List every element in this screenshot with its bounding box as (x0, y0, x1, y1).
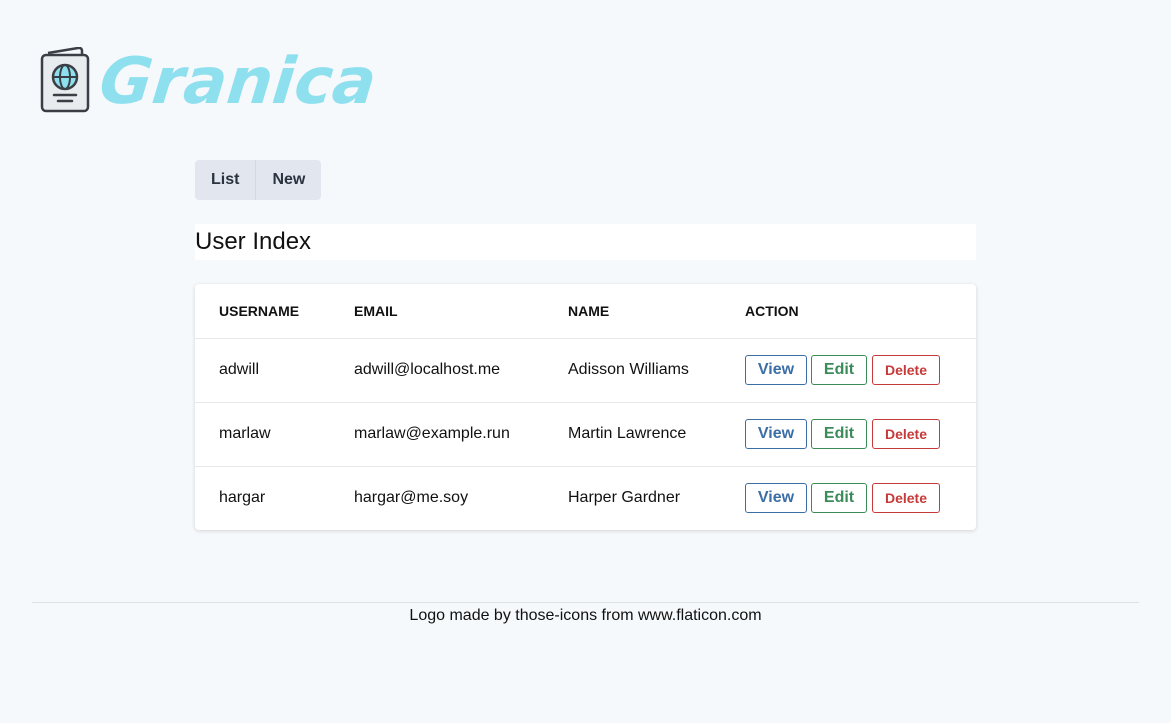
cell-username: marlaw (195, 401, 330, 466)
header-name: NAME (568, 302, 610, 319)
view-button[interactable]: View (745, 483, 807, 514)
page-title: User Index (195, 224, 976, 260)
tab-list[interactable]: List (195, 160, 257, 200)
edit-button[interactable]: Edit (811, 355, 867, 385)
header: Granica (40, 45, 380, 119)
brand-name[interactable]: Granica (96, 45, 380, 119)
edit-button[interactable]: Edit (811, 419, 867, 449)
cell-email: adwill@localhost.me (330, 337, 544, 402)
header-username: USERNAME (219, 302, 300, 319)
cell-email: marlaw@example.run (330, 401, 544, 466)
header-email: EMAIL (354, 302, 398, 319)
nav-tabs: List New (195, 160, 322, 200)
cell-email: hargar@me.soy (330, 465, 544, 530)
header-action: ACTION (745, 302, 799, 319)
user-table: USERNAME EMAIL NAME ACTION adwill adwill… (195, 284, 976, 530)
footer-attribution: Logo made by those-icons from www.flatic… (32, 602, 1139, 625)
delete-button[interactable]: Delete (872, 355, 940, 385)
passport-icon[interactable] (40, 47, 90, 113)
tab-new[interactable]: New (256, 160, 322, 200)
edit-button[interactable]: Edit (811, 483, 867, 514)
cell-username: hargar (195, 465, 330, 530)
delete-button[interactable]: Delete (872, 419, 940, 449)
table-header-row: USERNAME EMAIL NAME ACTION (195, 284, 976, 338)
view-button[interactable]: View (745, 419, 807, 449)
cell-name: Martin Lawrence (544, 401, 721, 466)
table-row: marlaw marlaw@example.run Martin Lawrenc… (195, 401, 976, 466)
table-row: hargar hargar@me.soy Harper Gardner View… (195, 465, 976, 530)
cell-actions: View Edit Delete (721, 337, 976, 402)
cell-username: adwill (195, 337, 330, 402)
cell-actions: View Edit Delete (721, 401, 976, 466)
cell-actions: View Edit Delete (721, 465, 976, 530)
view-button[interactable]: View (745, 355, 807, 385)
user-table-card: USERNAME EMAIL NAME ACTION adwill adwill… (195, 284, 976, 530)
cell-name: Harper Gardner (544, 465, 721, 530)
delete-button[interactable]: Delete (872, 483, 940, 514)
table-row: adwill adwill@localhost.me Adisson Willi… (195, 337, 976, 402)
cell-name: Adisson Williams (544, 337, 721, 402)
